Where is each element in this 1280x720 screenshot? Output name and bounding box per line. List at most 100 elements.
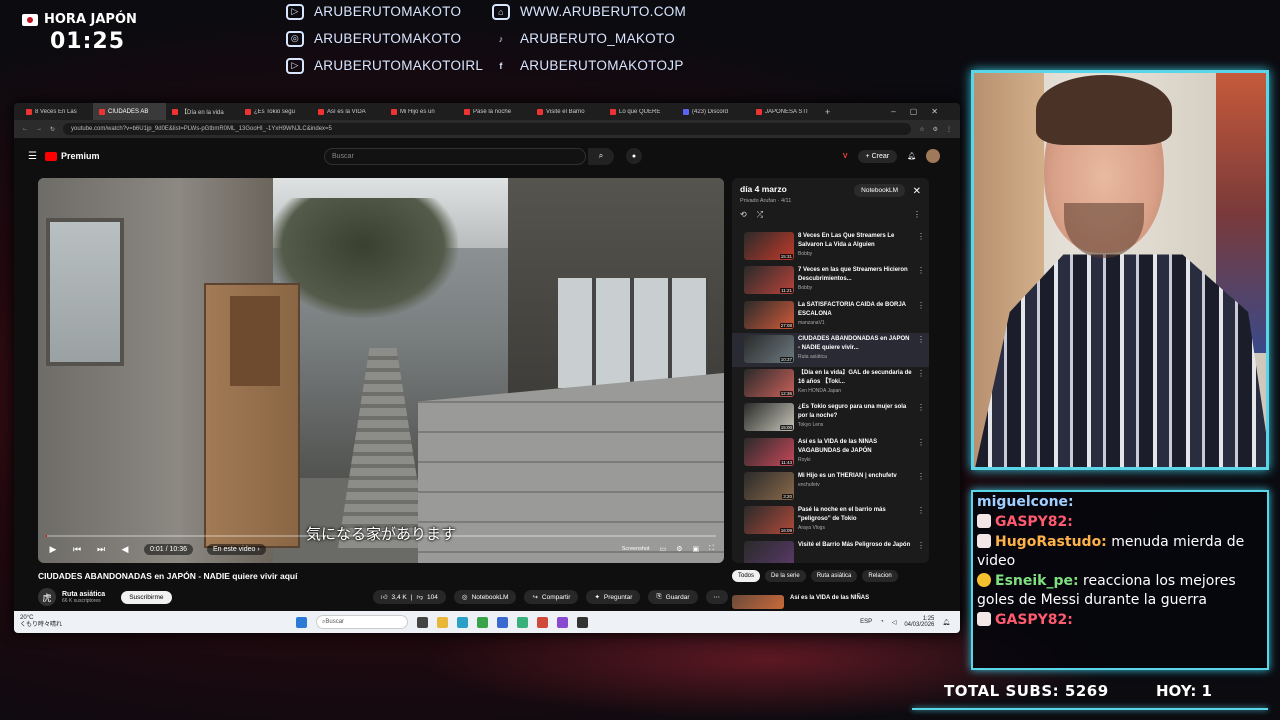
playlist-item[interactable]: 15:00 ¿Es Tokio seguro para una mujer so… (732, 401, 929, 435)
chip-related[interactable]: Relacion (862, 570, 898, 582)
speaker-icon[interactable]: ◁ (892, 619, 897, 626)
share-button[interactable]: ↪ Compartir (524, 590, 579, 604)
volume-icon[interactable]: ◀ (120, 544, 130, 554)
playlist-item[interactable]: 11:21 7 Veces en las que Streamers Hicie… (732, 264, 929, 298)
forward-icon[interactable]: → (36, 126, 42, 132)
browser-tab-active[interactable]: CIUDADES AB (93, 103, 166, 120)
browser-tab[interactable]: Así es la VIDA (312, 108, 385, 115)
tray-lang[interactable]: ESP (860, 619, 872, 625)
browser-tab[interactable]: (423) Discord (677, 108, 750, 115)
browser-tab[interactable]: 【Día en la vida (166, 107, 239, 116)
channel-name[interactable]: Ruta asiática (62, 591, 105, 598)
tray-clock[interactable]: 1:25 04/03/2026 (904, 616, 934, 628)
url-field[interactable]: youtube.com/watch?v=b6U1jp_9d0E&list=PLW… (63, 123, 912, 135)
back-icon[interactable]: ← (22, 126, 28, 132)
video-player[interactable]: 気になる家があります ▶ ⏮︎ ⏭︎ ◀ 0:01 / 10:36 En est… (38, 178, 724, 563)
explorer-icon[interactable] (437, 616, 448, 628)
browser-tab[interactable]: ¿Es Tokio segu (239, 108, 312, 115)
extensions-icon[interactable]: ⚙ (933, 126, 938, 133)
chat-username[interactable]: miguelcone: (977, 494, 1074, 510)
next-icon[interactable]: ⏭︎ (96, 544, 106, 554)
chat-username[interactable]: Esneik_pe: (995, 573, 1079, 589)
search-input[interactable]: Buscar (324, 147, 586, 165)
window-controls[interactable]: –▢✕ (891, 107, 952, 116)
star-icon[interactable]: ☆ (919, 126, 924, 133)
more-icon[interactable]: ⋮ (917, 403, 925, 433)
shuffle-icon[interactable]: ⤮ (757, 210, 763, 220)
search-icon[interactable]: ⌕ (588, 147, 614, 165)
more-actions-button[interactable]: ⋯ (705, 590, 728, 604)
chat-username[interactable]: GASPY82: (995, 514, 1073, 530)
more-icon[interactable]: ⋮ (917, 232, 925, 262)
reload-icon[interactable]: ↻ (50, 126, 55, 133)
screenshot-button[interactable]: Screenshot (622, 546, 650, 552)
next-video-item[interactable]: Así es la VIDA de las NIÑAS (732, 595, 932, 609)
close-icon[interactable]: ✕ (913, 186, 921, 197)
subscribe-button[interactable]: Suscribirme (121, 590, 172, 604)
chapter-button[interactable]: En este video › (206, 543, 266, 555)
browser-tab[interactable]: 8 Veces En Las (20, 108, 93, 115)
task-view-icon[interactable] (417, 616, 428, 628)
browser-tab[interactable]: Pasé la noche (458, 108, 531, 115)
playlist-item[interactable]: 10:37 CIUDADES ABANDONADAS en JAPÓN - NA… (732, 332, 929, 368)
more-icon[interactable]: ⋮ (917, 472, 925, 502)
more-icon[interactable]: ⋮ (917, 369, 925, 399)
play-icon[interactable]: ▶ (48, 544, 58, 554)
more-icon[interactable]: ⋮ (917, 438, 925, 468)
playlist-item[interactable]: 16:09 Pasé la noche en el barrio más "pe… (732, 504, 929, 538)
playlist-item[interactable]: 3:20 Mi Hijo es un THERIAN | enchufetv en… (732, 470, 929, 504)
playlist-item[interactable]: 11:43 Así es la VIDA de las NIÑAS VAGABU… (732, 436, 929, 470)
more-icon[interactable]: ⋮ (917, 266, 925, 296)
loop-icon[interactable]: ⟲ (740, 210, 747, 220)
browser-tab[interactable]: Mi Hijo es un (385, 108, 458, 115)
wifi-icon[interactable]: ◔ (880, 619, 884, 625)
settings-icon[interactable]: ⚙ (676, 545, 682, 553)
like-button[interactable]: 👍︎ 3,4 K | 👎︎ 104 (372, 590, 446, 604)
weather-widget[interactable]: 20°C くもり時々晴れ (20, 615, 140, 629)
taskbar-search[interactable]: ⌕ Buscar (316, 615, 408, 629)
create-button[interactable]: + Crear (857, 149, 898, 163)
channel-avatar[interactable]: 虎 (38, 588, 56, 606)
browser-tab[interactable]: Lo que QUERE (604, 108, 677, 115)
ask-button[interactable]: ✦ Preguntar (586, 590, 641, 604)
new-tab-button[interactable]: + (825, 107, 830, 117)
browser-tab[interactable]: JAPONESA STI (750, 108, 823, 115)
menu-icon[interactable]: ⋮ (946, 126, 952, 133)
chat-username[interactable]: GASPY82: (995, 612, 1073, 628)
chrome-icon[interactable] (477, 616, 488, 628)
playlist-menu-icon[interactable]: ⋮ (913, 210, 921, 220)
bell-icon[interactable]: 🔔︎ (907, 152, 916, 160)
more-icon[interactable]: ⋮ (917, 541, 925, 563)
avatar[interactable] (926, 149, 940, 163)
playlist-item[interactable]: 12:36 【Día en la vida】GAL de secundaria … (732, 367, 929, 401)
chip-series[interactable]: De la serie (765, 570, 806, 582)
miniplayer-icon[interactable]: ▣ (692, 545, 699, 553)
playlist-item[interactable]: 15:16 Visité el Barrio Más Peligroso de … (732, 539, 929, 563)
notebooklm-button[interactable]: ◎ NotebookLM (453, 590, 517, 604)
app-icon[interactable] (537, 616, 548, 628)
app-icon[interactable] (517, 616, 528, 628)
subtitles-icon[interactable]: ▭ (660, 545, 667, 553)
store-icon[interactable] (497, 616, 508, 628)
video-progress-bar[interactable] (46, 535, 716, 537)
more-icon[interactable]: ⋮ (917, 506, 925, 536)
chat-username[interactable]: HugoRastudo: (995, 534, 1107, 550)
notification-icon[interactable]: 🔔︎ (942, 619, 950, 626)
save-button[interactable]: ⎘ Guardar (648, 590, 698, 604)
more-icon[interactable]: ⋮ (917, 335, 925, 365)
edge-icon[interactable] (457, 616, 468, 628)
mic-icon[interactable]: ● (626, 148, 642, 164)
playlist-item[interactable]: 15:31 8 Veces En Las Que Streamers Le Sa… (732, 230, 929, 264)
hamburger-icon[interactable]: ☰ (28, 151, 37, 162)
youtube-logo[interactable]: Premium (44, 151, 99, 161)
app-icon[interactable] (557, 616, 568, 628)
windows-start-icon[interactable] (296, 616, 307, 628)
browser-tab[interactable]: Visité el Barrio (531, 108, 604, 115)
chip-channel[interactable]: Ruta asiática (810, 570, 858, 582)
more-icon[interactable]: ⋮ (917, 301, 925, 331)
previous-icon[interactable]: ⏮︎ (72, 544, 82, 554)
extension-v-icon[interactable]: V (843, 153, 848, 160)
chip-all[interactable]: Todos (732, 570, 761, 582)
playlist-item[interactable]: 27:08 La SATISFACTORIA CAÍDA de BORJA ES… (732, 299, 929, 333)
obs-icon[interactable] (577, 616, 588, 628)
